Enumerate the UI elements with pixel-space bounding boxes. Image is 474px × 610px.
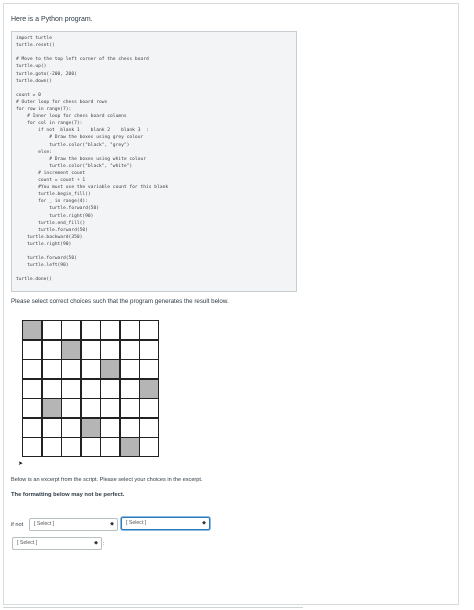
board-cell-white xyxy=(41,437,62,457)
blank-1-value: [ Select ] xyxy=(34,521,55,527)
code-line: turtle.color("black", "white") xyxy=(16,163,133,169)
chevron-updown-icon: ◆ xyxy=(94,540,98,546)
code-line: turtle.done() xyxy=(16,277,52,283)
board-cell-white xyxy=(119,339,140,360)
board-cell-white xyxy=(139,417,159,438)
code-line: # Draw the boxes using grey colour xyxy=(16,135,144,141)
board-cell-white xyxy=(100,437,120,457)
board-cell-white xyxy=(61,359,81,379)
divider xyxy=(3,607,303,608)
board-cell-white xyxy=(61,417,81,438)
chevron-updown-icon: ◆ xyxy=(202,520,206,526)
board-cell-grey xyxy=(41,398,62,418)
board-cell-white xyxy=(41,359,62,379)
blank-2-value: [ Select ] xyxy=(126,520,147,526)
board-cell-white xyxy=(22,437,42,457)
board-cell-white xyxy=(41,339,62,360)
board-cell-grey xyxy=(100,359,120,379)
code-line: # Inner loop for chess board columns xyxy=(16,114,127,120)
board-cell-grey xyxy=(80,417,101,438)
board-cell-white xyxy=(61,437,81,457)
board-cell-white xyxy=(139,339,159,360)
board-cell-white xyxy=(80,359,101,379)
code-line: # Outer loop for chess board rows xyxy=(16,99,108,105)
code-line: count = count + 1 xyxy=(16,178,86,183)
blank-3-select[interactable]: [ Select ] ◆ xyxy=(12,537,102,550)
code-line: turtle.right(90) xyxy=(16,241,72,247)
board-cell-white xyxy=(41,378,62,399)
code-line: for row in range(7): xyxy=(16,107,72,112)
board-cell-white xyxy=(41,417,62,438)
blank-1-select[interactable]: [ Select ] ◆ xyxy=(29,518,118,531)
board-cell-white xyxy=(22,339,42,360)
code-line: turtle.goto(-200, 200) xyxy=(16,71,77,77)
code-line: else: xyxy=(16,149,52,155)
board-cell-white xyxy=(119,417,140,438)
board-cell-white xyxy=(139,359,159,379)
code-line: # Draw the boxes using white colour xyxy=(16,156,146,162)
board-cell-white xyxy=(100,417,120,438)
code-line: turtle.forward(50) xyxy=(16,227,88,233)
board-cell-white xyxy=(22,398,42,418)
board-cell-white xyxy=(61,378,81,399)
code-line: turtle.up() xyxy=(16,64,47,70)
code-line: turtle.right(90) xyxy=(16,213,94,219)
board-cell-white xyxy=(100,398,120,418)
format-note: The formatting below may not be perfect. xyxy=(11,492,125,498)
code-line: turtle.end_fill() xyxy=(16,220,86,226)
board-cell-white xyxy=(119,378,140,399)
chevron-updown-icon: ◆ xyxy=(110,521,114,527)
code-line: turtle.begin_fill() xyxy=(16,192,91,198)
blank-3-value: [ Select ] xyxy=(17,540,38,546)
board-cell-white xyxy=(80,398,101,418)
board-cell-white xyxy=(100,320,120,340)
intro-text: Here is a Python program. xyxy=(11,16,93,23)
board-cell-white xyxy=(22,378,42,399)
code-line: count = 0 xyxy=(16,92,41,98)
board-cell-white xyxy=(80,437,101,457)
blank-2-select[interactable]: [ Select ] ◆ xyxy=(121,517,210,530)
colon-label: : xyxy=(103,541,105,547)
board-cell-white xyxy=(119,398,140,418)
code-line: # increment count xyxy=(16,170,86,176)
board-cell-white xyxy=(139,437,159,457)
code-line: turtle.backward(350) xyxy=(16,234,83,240)
turtle-cursor-icon: ➤ xyxy=(18,461,24,467)
code-block: import turtle turtle.reset() # Move to the… xyxy=(11,31,297,292)
code-line: import turtle xyxy=(16,36,52,41)
code-line: turtle.forward(50) xyxy=(16,256,77,262)
board-cell-white xyxy=(80,339,101,360)
code-line: turtle.forward(50) xyxy=(16,206,99,212)
board-cell-white xyxy=(119,359,140,379)
board-cell-grey xyxy=(119,437,140,457)
code-line: # Move to the top left corner of the che… xyxy=(16,57,149,63)
board-cell-white xyxy=(41,320,62,340)
board-cell-white xyxy=(139,320,159,340)
code-line: turtle.color("black", "grey") xyxy=(16,142,130,148)
board-cell-white xyxy=(80,378,101,399)
board-cell-white xyxy=(80,320,101,340)
board-cell-grey xyxy=(61,339,81,360)
code-line: #You must use the variable count for thi… xyxy=(16,185,169,191)
board-cell-white xyxy=(61,398,81,418)
board-cell-white xyxy=(100,339,120,360)
board-cell-white xyxy=(22,417,42,438)
code-line: turtle.left(90) xyxy=(16,263,69,269)
code-line: turtle.reset() xyxy=(16,43,55,49)
code-line: for _ in range(4): xyxy=(16,199,88,205)
board-cell-white xyxy=(139,398,159,418)
question-prompt: Please select correct choices such that … xyxy=(11,298,229,305)
board-cell-grey xyxy=(139,378,159,399)
excerpt-instructions: Below is an excerpt from the script. Ple… xyxy=(11,477,203,483)
code-line: if not blank 1 blank 2 blank 3 : xyxy=(16,128,149,134)
board-cell-white xyxy=(61,320,81,340)
code-line: turtle.down() xyxy=(16,78,52,84)
if-not-label: if not xyxy=(11,522,24,528)
code-line: for col in range(7): xyxy=(16,121,83,127)
board-cell-grey xyxy=(22,320,42,340)
board-cell-white xyxy=(22,359,42,379)
board-cell-white xyxy=(100,378,120,399)
board-cell-white xyxy=(119,320,140,340)
